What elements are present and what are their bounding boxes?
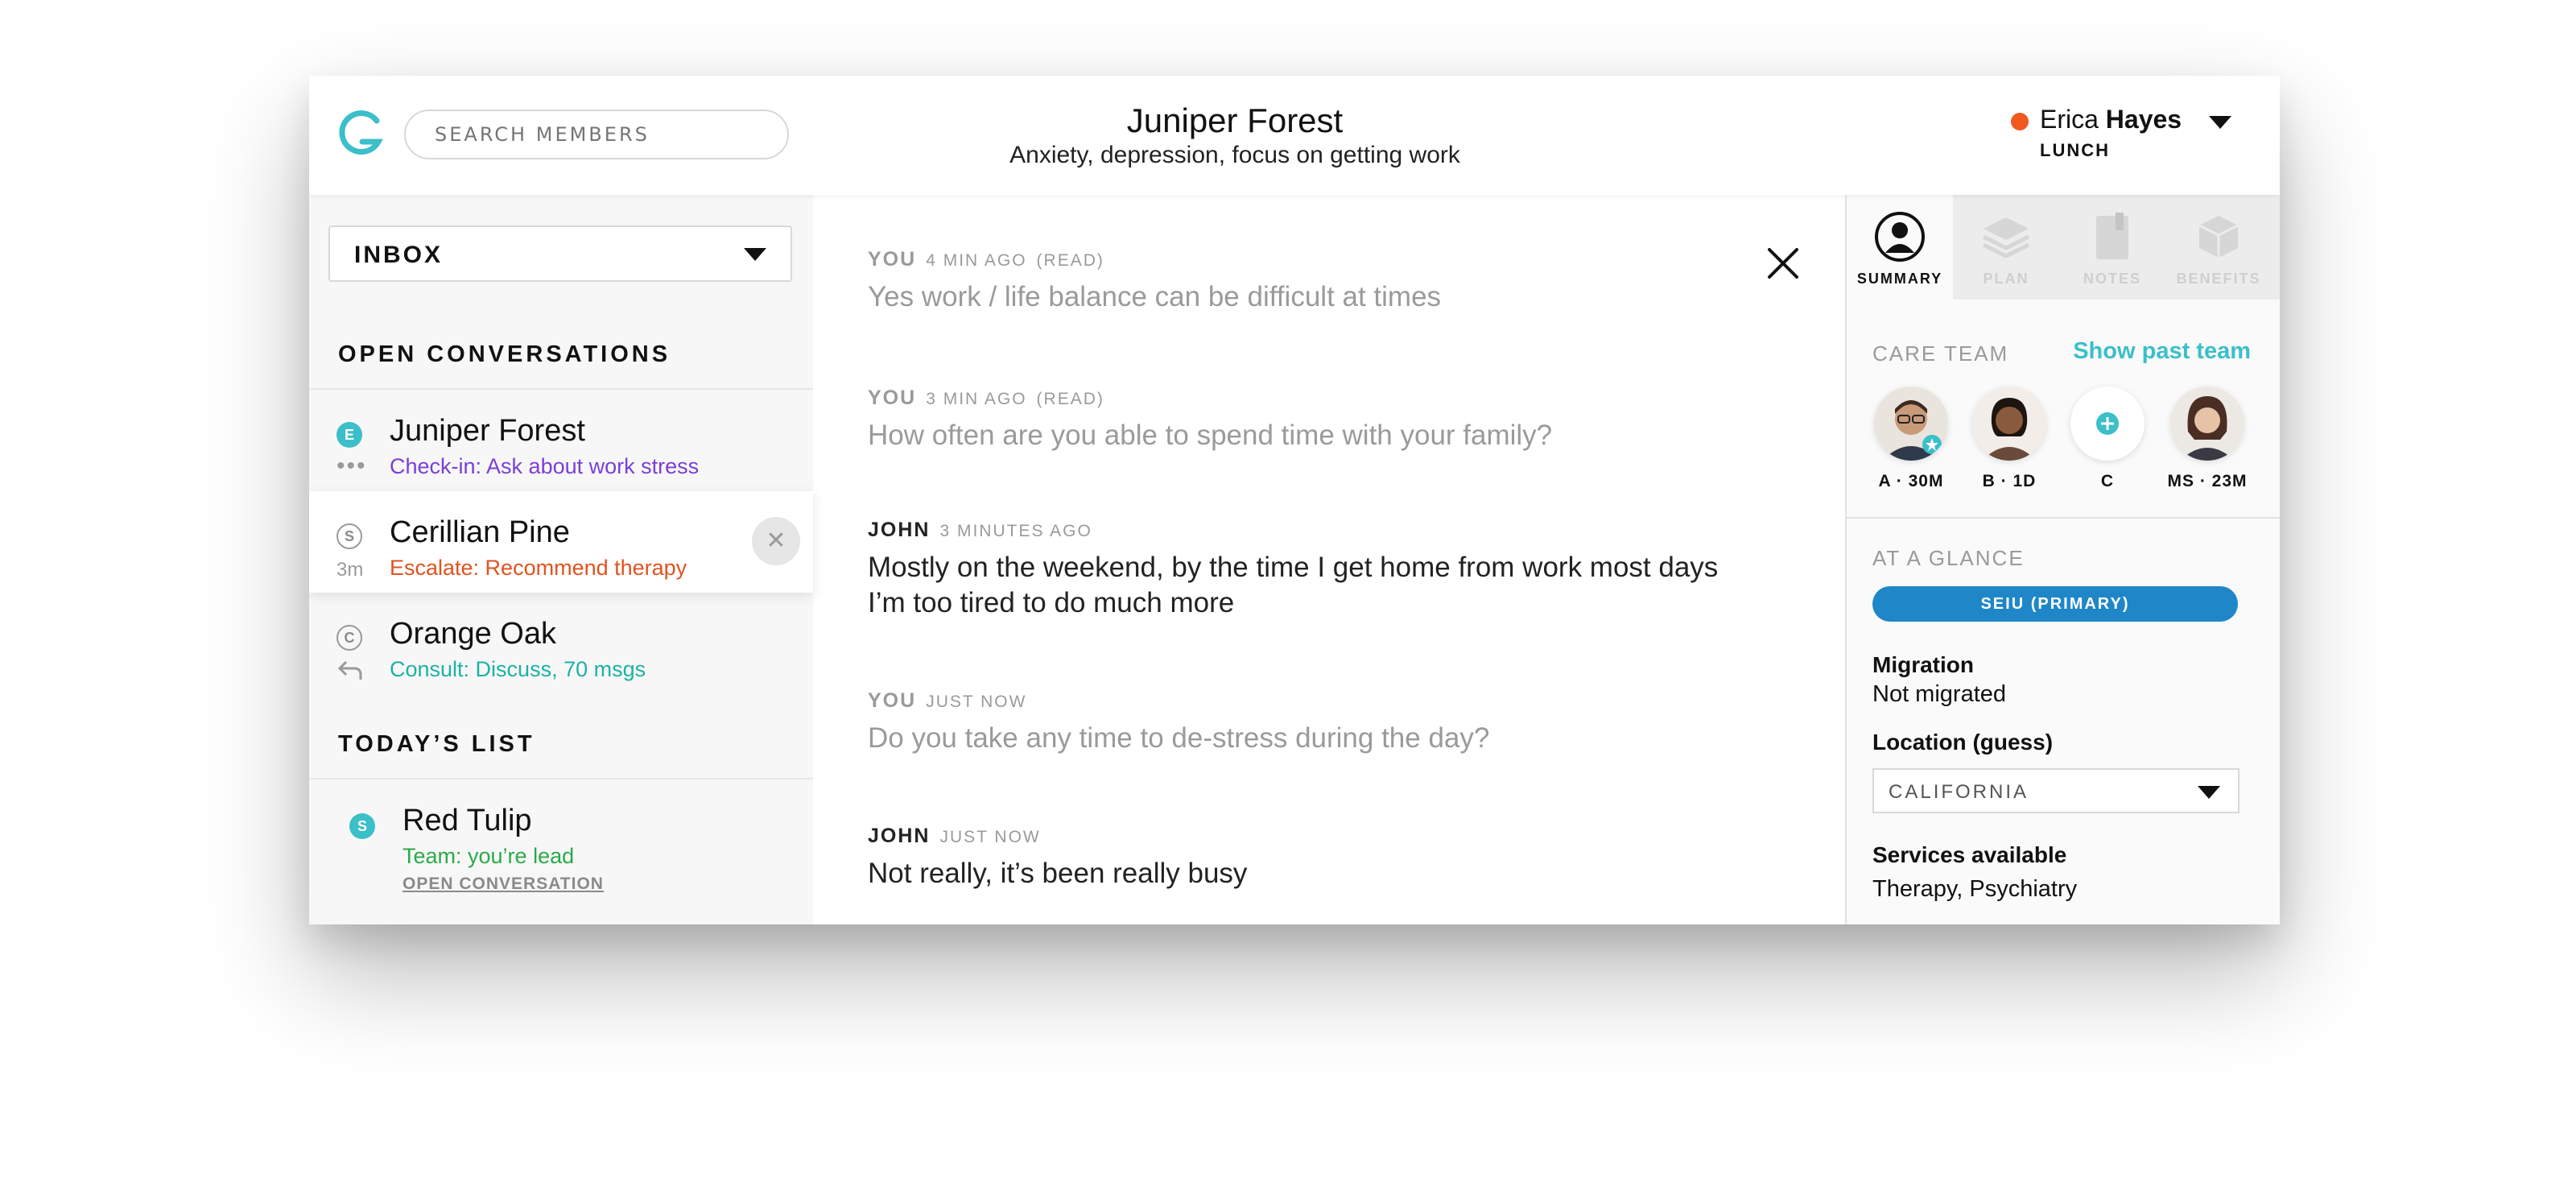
message-time: JUST NOW — [926, 693, 1027, 711]
divider — [309, 778, 813, 779]
user-first-name: Erica — [2040, 105, 2099, 134]
services-label: Services available — [1872, 842, 2067, 867]
message-time: 3 MINUTES AGO — [939, 522, 1092, 540]
conversation-badge: C — [336, 625, 362, 651]
tab-label: BENEFITS — [2176, 271, 2261, 287]
tab-notes[interactable]: NOTES — [2059, 195, 2165, 300]
todays-list-heading: TODAY’S LIST — [338, 731, 535, 757]
message: YOU 3 MIN AGO (READ) How often are you abl… — [868, 387, 1753, 453]
message-time: 4 MIN AGO — [926, 251, 1027, 270]
message-read-status: (READ) — [1036, 390, 1104, 408]
user-menu[interactable]: Erica Hayes — [2040, 105, 2182, 134]
message-text: How often are you able to spend time wit… — [868, 420, 1553, 451]
message: JOHN JUST NOW Not really, it’s been reall… — [868, 825, 1753, 891]
care-team-member-label: B · 1D — [1982, 472, 2037, 490]
message-text: Yes work / life balance can be difficult… — [868, 281, 1442, 312]
care-team-member-label: C — [2100, 472, 2115, 490]
person-avatar[interactable] — [1972, 387, 2046, 461]
migration-value: Not migrated — [1872, 681, 2007, 707]
open-conversation-link[interactable]: OPEN CONVERSATION — [402, 875, 604, 894]
care-team-member-label: A · 30M — [1878, 472, 1944, 490]
close-icon[interactable]: ✕ — [752, 517, 800, 565]
message-text: Do you take any time to de-stress during… — [868, 722, 1490, 754]
message-text: Not really, it’s been really busy — [868, 858, 1248, 889]
tab-benefits[interactable]: BENEFITS — [2165, 195, 2272, 300]
person-glasses-avatar[interactable] — [1874, 387, 1948, 461]
box-icon — [2198, 216, 2239, 258]
inbox-select[interactable]: INBOX — [328, 225, 792, 282]
message-author: JOHN — [868, 825, 931, 847]
conversation-subtitle: Team: you’re lead — [402, 844, 575, 868]
tab-label: SUMMARY — [1856, 271, 1943, 287]
app-window: Juniper Forest Anxiety, depression, focu… — [309, 76, 2280, 924]
member-name: Juniper Forest — [1126, 101, 1344, 139]
message-text: Mostly on the weekend, by the time I get… — [868, 552, 1719, 618]
user-status: LUNCH — [2040, 140, 2110, 160]
message-author: YOU — [868, 689, 917, 712]
plus-icon[interactable] — [2070, 387, 2145, 461]
conversation-name: Red Tulip — [402, 804, 532, 837]
message-read-status: (READ) — [1036, 251, 1104, 270]
reply-icon — [337, 660, 362, 680]
conversation-subtitle: Escalate: Recommend therapy — [390, 556, 687, 580]
tab-plan[interactable]: PLAN — [1953, 195, 2059, 300]
location-value: CALIFORNIA — [1889, 781, 2029, 803]
notebook-icon — [2096, 213, 2128, 259]
open-conversations-heading: OPEN CONVERSATIONS — [338, 341, 671, 367]
plan-badge: SEIU (PRIMARY) — [1872, 586, 2238, 622]
person-avatar[interactable] — [2170, 387, 2244, 461]
member-detail-panel: SUMMARY PLAN NOTES BENEFITS CARE TEAM Sh… — [1845, 195, 2280, 924]
message-time: 3 MIN AGO — [926, 390, 1027, 408]
conversation-subtitle: Check-in: Ask about work stress — [390, 454, 700, 478]
header: Juniper Forest Anxiety, depression, focu… — [309, 76, 2280, 195]
person-icon — [1875, 212, 1925, 262]
tab-label: NOTES — [2083, 271, 2141, 287]
care-team-member-label: MS · 23M — [2167, 472, 2248, 490]
list-item[interactable]: S Red Tulip Team: you’re lead OPEN CONVE… — [309, 791, 813, 920]
location-select[interactable]: CALIFORNIA — [1872, 768, 2240, 813]
chevron-down-icon — [744, 248, 766, 261]
conversation-item-active[interactable]: S Cerillian Pine 3m Escalate: Recommend … — [309, 491, 813, 593]
tab-label: PLAN — [1983, 271, 2029, 287]
message-time: JUST NOW — [939, 828, 1041, 846]
message-author: JOHN — [868, 519, 931, 541]
conversation-item[interactable]: C Orange Oak Consult: Discuss, 70 msgs — [309, 593, 813, 694]
chevron-down-icon[interactable] — [2209, 116, 2231, 129]
conversation-badge: E — [336, 422, 362, 448]
conversation-badge: S — [336, 523, 362, 549]
message: YOU 4 MIN AGO (READ) Yes work / life balan… — [868, 248, 1753, 315]
close-icon[interactable] — [1763, 243, 1803, 283]
conversation-badge: S — [349, 813, 375, 839]
show-past-team-link[interactable]: Show past team — [2064, 338, 2251, 365]
status-dot — [2011, 113, 2029, 130]
tab-summary[interactable]: SUMMARY — [1847, 195, 1953, 300]
layers-icon — [1982, 217, 2030, 258]
divider — [1847, 517, 2280, 519]
conversation-item[interactable]: E Juniper Forest ••• Check-in: Ask about… — [309, 390, 813, 491]
conversation-subtitle: Consult: Discuss, 70 msgs — [390, 657, 646, 681]
location-label: Location (guess) — [1872, 730, 2054, 755]
detail-tabs: SUMMARY PLAN NOTES BENEFITS — [1847, 195, 2280, 300]
search-input[interactable] — [404, 110, 789, 159]
conversation-name: Orange Oak — [390, 617, 556, 651]
care-team-label: CARE TEAM — [1872, 341, 2009, 366]
more-dots-icon: ••• — [336, 453, 367, 479]
conversation-sidebar: INBOX OPEN CONVERSATIONS E Juniper Fores… — [309, 195, 815, 924]
chevron-down-icon — [2198, 786, 2220, 799]
message-author: YOU — [868, 387, 917, 409]
user-last-name: Hayes — [2105, 105, 2182, 134]
message: JOHN 3 MINUTES AGO Mostly on the weekend,… — [868, 519, 1753, 621]
message: YOU JUST NOW Do you take any time to de-s… — [868, 689, 1753, 756]
logo-icon — [339, 110, 383, 155]
inbox-label: INBOX — [354, 242, 444, 268]
member-summary: Anxiety, depression, focus on getting wo… — [1009, 142, 1460, 168]
conversation-name: Cerillian Pine — [390, 515, 570, 549]
conversation-name: Juniper Forest — [390, 414, 585, 448]
conversation-age: 3m — [336, 559, 364, 581]
message-thread: YOU 4 MIN AGO (READ) Yes work / life balan… — [813, 195, 1845, 924]
at-a-glance-label: AT A GLANCE — [1872, 546, 2025, 570]
services-value: Therapy, Psychiatry — [1872, 876, 2078, 902]
message-author: YOU — [868, 248, 917, 271]
migration-label: Migration — [1872, 652, 1974, 677]
